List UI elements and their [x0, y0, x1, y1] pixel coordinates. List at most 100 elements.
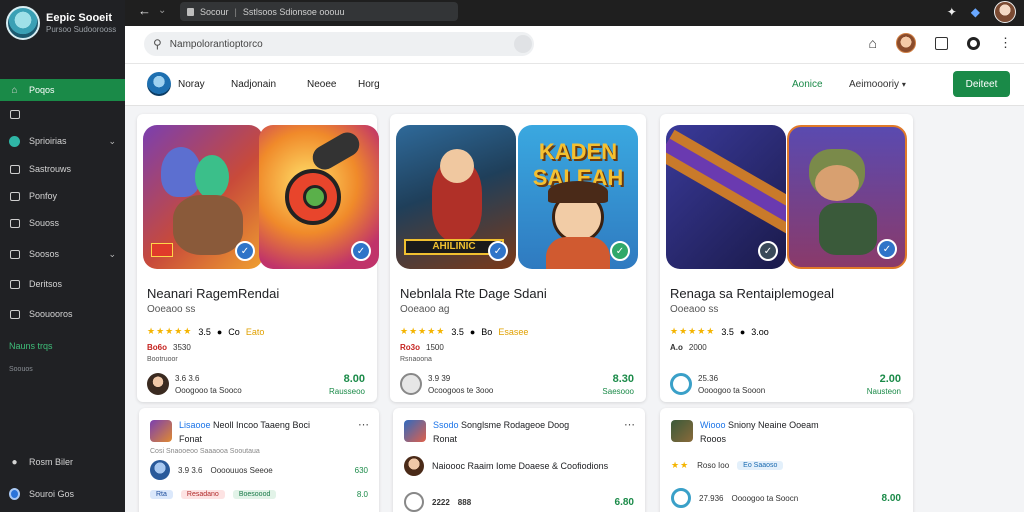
sidebar-item-account[interactable]: Souroi Gos: [0, 483, 125, 505]
list-row[interactable]: Naioooc Raaim Iome Doaese & Coofiodions: [404, 456, 608, 476]
list-card[interactable]: Wiooo Sniony Neaine Ooeam Rooos ★★ Roso …: [660, 408, 913, 512]
sidebar-item-label: Souroi Gos: [29, 489, 75, 499]
sidebar-item-label: Sastrouws: [29, 164, 72, 174]
sidebar-item-chart[interactable]: Soouooros: [0, 303, 125, 325]
pin-icon[interactable]: ✦: [947, 5, 957, 19]
sidebar-item-tray[interactable]: Soosos ⌄: [0, 243, 125, 265]
rating-row: ★★★★★ 3.5 ● Co Eato: [147, 326, 265, 337]
meta-row: Bo6o 3530: [147, 343, 191, 352]
list-card-subtitle: Ronat: [433, 434, 458, 444]
user-avatar[interactable]: [994, 1, 1016, 23]
list-card-subtitle: Fonat: [179, 434, 203, 444]
search-options-button[interactable]: [514, 35, 532, 53]
price[interactable]: 8.30: [613, 373, 634, 385]
thumb-icon: ●: [216, 326, 223, 337]
list-card-subtitle: Rooos: [700, 434, 727, 444]
sidebar-item-folder[interactable]: Deritsos: [0, 273, 125, 295]
list-row[interactable]: 27.936 Oooogoo ta Soocn 8.00: [671, 488, 901, 508]
tab-4[interactable]: Horg: [358, 79, 380, 90]
sidebar-item-label: Soouos: [9, 365, 33, 373]
tab-3[interactable]: Neoee: [307, 79, 336, 90]
avatar[interactable]: [896, 33, 916, 53]
star-rating-icon: ★★: [671, 460, 690, 470]
list-row: ★★ Roso Ioo Eo Saaoso: [671, 460, 784, 471]
verified-icon: ✓: [488, 241, 508, 261]
list-icon: [9, 191, 20, 202]
sort-select[interactable]: Aeimoooriy ▾: [849, 79, 906, 90]
game-card[interactable]: ✓ ✓ Neanari RagemRendai Ooeaoo ss ★★★★★ …: [137, 114, 379, 402]
game-title: Nebnlala Rte Dage Sdani: [400, 286, 547, 301]
address-bar[interactable]: Socour | Sstlsoos Sdionsoe ooouu: [180, 2, 458, 21]
sidebar-item-label: Soouooros: [29, 309, 73, 319]
home-icon: ⌂: [11, 84, 18, 96]
avatar: [150, 460, 170, 480]
sidebar-item-section[interactable]: Nauns trqs: [0, 335, 125, 357]
downloads: 25.36: [698, 374, 719, 383]
chevron-down-icon: ⌄: [108, 248, 116, 259]
list-card[interactable]: Lisaooe Neoll Incoo Taaeng Boci Fonat ⋯ …: [139, 408, 379, 512]
sidebar-item-inbox[interactable]: [0, 103, 125, 125]
price[interactable]: 8.00: [344, 373, 365, 385]
sidebar-item-label: Sprioirias: [29, 136, 67, 146]
sidebar-item-home[interactable]: ⌂ Poqos: [0, 79, 125, 101]
meta-small: Rsnaoona: [400, 356, 432, 363]
primary-action-button[interactable]: Deiteet: [953, 71, 1010, 97]
size-info: Ocoogoos te 3ooo: [428, 386, 494, 395]
meta-row: Ro3o 1500: [400, 343, 444, 352]
record-icon[interactable]: [967, 36, 980, 50]
inbox-icon: [9, 109, 20, 120]
brand[interactable]: Eepic Sooeit Pursoo Sudoorooss: [6, 6, 116, 40]
sidebar-item-list[interactable]: Ponfoy: [0, 185, 125, 207]
person-icon: ●: [11, 456, 18, 468]
price[interactable]: 2.00: [880, 373, 901, 385]
avatar: [404, 456, 424, 476]
price-label: Saesooo: [602, 387, 634, 396]
game-card[interactable]: AHILINIC ✓ KADEN SALEAH ✓ Nebnlala Rte D…: [390, 114, 646, 402]
developer-avatar[interactable]: [147, 373, 169, 395]
game-title: Neanari RagemRendai: [147, 286, 280, 301]
search-icon: ⚲: [153, 37, 162, 51]
star-rating-icon: ★★★★★: [147, 326, 193, 336]
back-arrow-icon[interactable]: ←: [138, 3, 151, 18]
tab-1[interactable]: Noray: [178, 79, 205, 90]
star-rating-icon: ★★★★★: [670, 326, 716, 336]
developer-avatar[interactable]: [400, 373, 422, 395]
sidebar-item-sub[interactable]: Soouos: [0, 358, 125, 380]
game-title: Renaga sa Rentaiplemogeal: [670, 286, 835, 301]
size-info: Ooogooo ta Sooco: [175, 386, 242, 395]
sidebar-item-window[interactable]: Souoss: [0, 212, 125, 234]
verified-icon: ✓: [758, 241, 778, 261]
chevron-down-icon[interactable]: ⌄: [158, 5, 166, 16]
sidebar-item-label: Rosm Biler: [29, 457, 74, 467]
game-subtitle: Ooeaoo ss: [670, 304, 719, 315]
folder-icon: [9, 279, 20, 290]
tab-label: Socour: [200, 6, 229, 17]
sidebar-item-grid[interactable]: Sastrouws: [0, 158, 125, 180]
game-icon: [404, 420, 426, 442]
list-row[interactable]: 3.9 3.6 Oooouuos Seeoe 630: [150, 460, 368, 480]
search-input[interactable]: ⚲ Nampolorantioptorco: [144, 32, 534, 56]
sidebar-item-globe[interactable]: Sprioirias ⌄: [0, 130, 125, 152]
shield-icon[interactable]: ◆: [971, 5, 980, 19]
sidebar-item-profile[interactable]: ● Rosm Biler: [0, 451, 125, 473]
category-tabs: Noray Nadjonain Neoee Horg Aonice Aeimoo…: [125, 64, 1024, 106]
list-card[interactable]: Ssodo Songlsme Rodageoe Doog Ronat ⋯ Nai…: [393, 408, 645, 512]
list-card-title: Lisaooe Neoll Incoo Taaeng Boci: [179, 420, 310, 430]
price-label: Rausseoo: [328, 387, 365, 396]
window-icon: [9, 218, 20, 229]
game-card[interactable]: ✓ ✓ Renaga sa Rentaiplemogeal Ooeaoo ss …: [660, 114, 913, 402]
home-icon[interactable]: ⌂: [869, 35, 877, 51]
more-horizontal-icon[interactable]: ⋯: [624, 418, 635, 431]
list-row[interactable]: Rta Resadano Boesoood 8.0: [150, 490, 368, 499]
brand-title: Eepic Sooeit: [46, 12, 113, 24]
developer-avatar[interactable]: [670, 373, 692, 395]
window-icon[interactable]: [935, 36, 948, 50]
channel-avatar[interactable]: [147, 72, 171, 96]
more-vertical-icon[interactable]: ⋮: [999, 35, 1012, 51]
more-horizontal-icon[interactable]: ⋯: [358, 418, 369, 431]
list-row[interactable]: 2222 888 6.80: [404, 492, 634, 512]
game-icon: [150, 420, 172, 442]
sidebar-item-label: Soosos: [29, 249, 60, 259]
filter-link[interactable]: Aonice: [792, 79, 823, 90]
tab-2[interactable]: Nadjonain: [231, 79, 276, 90]
